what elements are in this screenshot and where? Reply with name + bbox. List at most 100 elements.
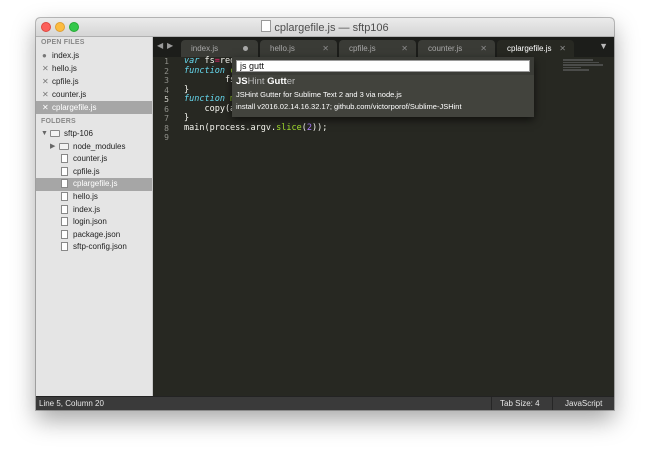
sidebar: OPEN FILES ● index.js ✕ hello.js ✕ cpfil… [36, 37, 153, 396]
close-icon[interactable]: ✕ [559, 40, 566, 57]
tab-counter-js[interactable]: counter.js ✕ [418, 40, 495, 57]
folder-icon [59, 142, 69, 150]
tree-file[interactable]: login.json [36, 216, 152, 229]
folders-heading: FOLDERS [41, 118, 76, 125]
minimap-line [563, 66, 581, 68]
palette-result-description: JSHint Gutter for Sublime Text 2 and 3 v… [236, 90, 402, 99]
editor-window: cplargefile.js — sftp106 OPEN FILES ● in… [36, 18, 614, 410]
line-number: 4 [164, 85, 169, 95]
open-file-label: hello.js [52, 64, 77, 73]
file-icon [61, 166, 68, 176]
close-icon[interactable]: ✕ [480, 40, 487, 57]
title-match: JS [236, 76, 248, 87]
palette-result-item[interactable]: JSHint Gutter JSHint Gutter for Sublime … [232, 75, 534, 117]
file-icon [61, 179, 68, 189]
tab-label: counter.js [428, 44, 463, 53]
tab-cplargefile-js[interactable]: cplargefile.js ✕ [497, 40, 574, 57]
close-icon[interactable]: ✕ [401, 40, 408, 57]
tree-file-label: index.js [73, 204, 101, 214]
tab-hello-js[interactable]: hello.js ✕ [260, 40, 337, 57]
tree-folder-label: node_modules [73, 141, 126, 151]
tab-label: index.js [191, 44, 219, 53]
line-number: 3 [164, 76, 169, 85]
tab-size-selector[interactable]: Tab Size: 4 [491, 397, 552, 410]
title-match: Gutt [267, 76, 287, 87]
chevron-right-icon[interactable]: ▶ [50, 141, 55, 154]
tree-file-label: cplargefile.js [73, 179, 118, 189]
open-file-item[interactable]: ✕ hello.js [36, 62, 152, 75]
tree-file-label: package.json [73, 229, 121, 239]
tree-file-label: login.json [73, 217, 107, 227]
command-palette-input[interactable] [236, 60, 530, 72]
nav-forward-icon[interactable]: ▶ [167, 41, 173, 50]
file-icon [61, 154, 68, 164]
nav-back-icon[interactable]: ◀ [157, 41, 163, 50]
tab-index-js[interactable]: index.js [181, 40, 258, 57]
line-number-gutter: 1 2 3 4 5 6 7 8 9 [153, 57, 173, 396]
line-number: 2 [164, 66, 169, 76]
file-icon [61, 217, 68, 227]
chevron-down-icon[interactable]: ▼ [41, 128, 48, 141]
tab-bar: ◀ ▶ index.js hello.js ✕ cpfile.js ✕ coun… [153, 37, 614, 57]
tree-file[interactable]: package.json [36, 229, 152, 242]
open-file-item-selected[interactable]: ✕ cplargefile.js [36, 101, 152, 114]
close-icon[interactable]: ✕ [42, 62, 49, 75]
palette-result-title: JSHint Gutter [236, 76, 295, 87]
line-number: 8 [164, 123, 169, 133]
command-palette: JSHint Gutter JSHint Gutter for Sublime … [232, 57, 534, 117]
tree-file[interactable]: index.js [36, 204, 152, 217]
file-icon [61, 242, 68, 252]
syntax-selector[interactable]: JavaScript [552, 397, 614, 410]
line-number: 1 [164, 57, 169, 66]
open-file-label: index.js [52, 51, 80, 60]
document-icon [261, 20, 272, 32]
tab-label: cpfile.js [349, 44, 376, 53]
cursor-position: Line 5, Column 20 [39, 399, 104, 408]
modified-dot-icon[interactable]: ● [42, 49, 47, 62]
tab-overflow-icon[interactable]: ▼ [599, 41, 608, 51]
tree-folder-label: sftp-106 [64, 129, 93, 138]
tree-folder-root[interactable]: ▼ sftp-106 [36, 128, 152, 141]
tree-file[interactable]: sftp-config.json [36, 241, 152, 254]
tree-file[interactable]: hello.js [36, 191, 152, 204]
tab-label: cplargefile.js [507, 44, 552, 53]
tab-cpfile-js[interactable]: cpfile.js ✕ [339, 40, 416, 57]
tree-file-selected[interactable]: cplargefile.js [36, 178, 152, 191]
open-file-label: counter.js [52, 90, 87, 99]
folder-icon [50, 130, 60, 137]
minimap-line [563, 61, 599, 63]
minimap-line [563, 64, 603, 66]
close-icon[interactable]: ✕ [42, 75, 49, 88]
file-icon [61, 229, 68, 239]
file-icon [61, 191, 68, 201]
tree-file[interactable]: counter.js [36, 153, 152, 166]
title-rest: Hint [247, 76, 268, 87]
close-icon[interactable]: ✕ [42, 101, 49, 114]
open-file-label: cpfile.js [52, 77, 79, 86]
title-rest: er [286, 76, 296, 87]
open-file-item[interactable]: ✕ counter.js [36, 88, 152, 101]
tree-file-label: counter.js [73, 154, 108, 164]
line-number: 6 [164, 104, 169, 114]
tree-file-label: hello.js [73, 191, 98, 201]
tree-folder-node-modules[interactable]: ▶ node_modules [36, 141, 152, 154]
status-bar: Line 5, Column 20 Tab Size: 4 JavaScript [36, 396, 614, 410]
tree-file[interactable]: cpfile.js [36, 166, 152, 179]
modified-dot-icon[interactable] [243, 46, 248, 51]
close-icon[interactable]: ✕ [322, 40, 329, 57]
minimap[interactable] [563, 58, 609, 76]
open-files-heading: OPEN FILES [41, 39, 85, 46]
palette-result-install-info: install v2016.02.14.16.32.17; github.com… [236, 102, 462, 111]
window-title: cplargefile.js — sftp106 [274, 22, 389, 34]
open-file-item[interactable]: ✕ cpfile.js [36, 75, 152, 88]
minimap-line [563, 59, 593, 61]
minimap-line [563, 69, 589, 71]
open-file-label: cplargefile.js [52, 103, 97, 112]
line-number: 5 [164, 95, 169, 104]
close-icon[interactable]: ✕ [42, 88, 49, 101]
tree-file-label: cpfile.js [73, 166, 100, 176]
open-file-item[interactable]: ● index.js [36, 49, 152, 62]
line-number: 9 [164, 133, 169, 142]
tab-label: hello.js [270, 44, 295, 53]
